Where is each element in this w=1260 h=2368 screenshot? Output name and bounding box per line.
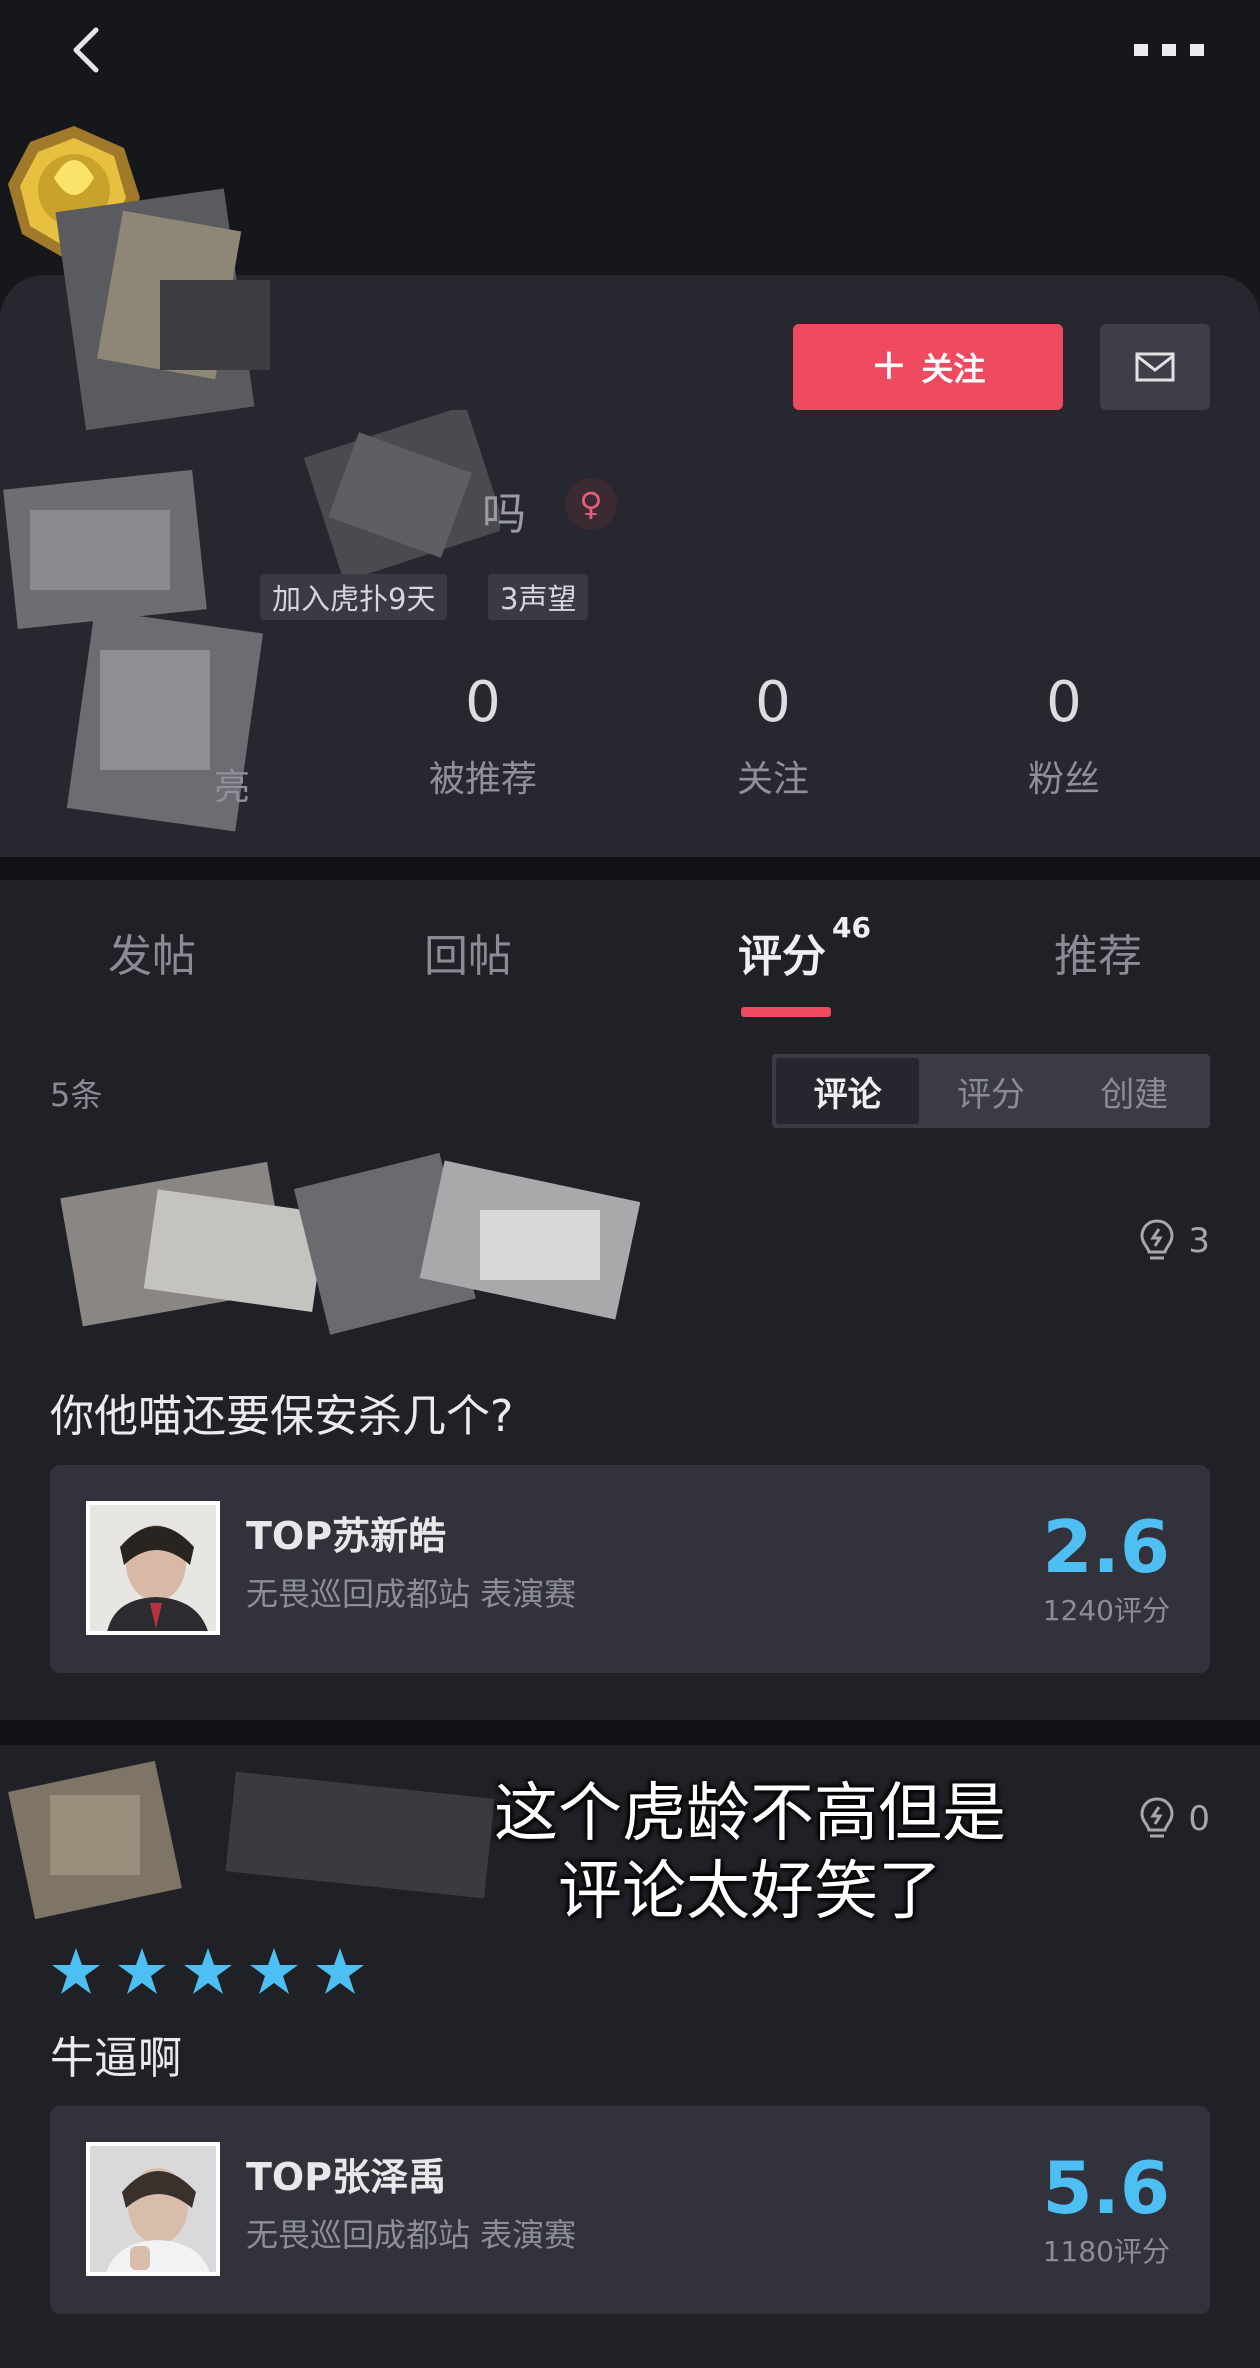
tab-ratings[interactable]: 评分46 <box>738 911 871 984</box>
stat-label: 被推荐 <box>428 759 537 800</box>
review-text: 你他喵还要保安杀几个? <box>50 1391 514 1442</box>
item-thumbnail <box>86 2142 220 2276</box>
result-count: 5条 <box>50 1076 103 1114</box>
username-fragment: 吗 <box>482 489 526 540</box>
item-score: 2.6 1240评分 <box>1042 1509 1170 1629</box>
stat-value: 0 <box>1046 670 1082 735</box>
tab-badge: 46 <box>832 911 871 945</box>
stat-value: 0 <box>465 670 501 735</box>
rated-item-card[interactable]: TOP苏新皓 无畏巡回成都站 表演赛 2.6 1240评分 <box>50 1465 1210 1673</box>
rated-item-card[interactable]: TOP张泽禹 无畏巡回成都站 表演赛 5.6 1180评分 <box>50 2106 1210 2314</box>
stat-value: 0 <box>755 670 791 735</box>
item-title: TOP苏新皓 <box>246 1514 447 1558</box>
more-dots-icon <box>1134 44 1204 56</box>
reputation-tag: 3声望 <box>488 574 589 620</box>
overlay-caption: 这个虎龄不高但是 评论太好笑了 <box>420 1775 1080 1931</box>
score-value: 2.6 <box>1042 1505 1170 1589</box>
tab-recommend[interactable]: 推荐 <box>1054 920 1142 984</box>
mail-icon <box>1135 352 1175 382</box>
chevron-left-icon <box>73 27 99 73</box>
tab-posts[interactable]: 发帖 <box>108 920 196 984</box>
back-button[interactable] <box>60 22 116 78</box>
segment-ratings[interactable]: 评分 <box>919 1058 1062 1124</box>
segment-created[interactable]: 创建 <box>1063 1058 1206 1124</box>
score-value: 5.6 <box>1042 2146 1170 2230</box>
stat-following[interactable]: 0 关注 <box>683 668 863 802</box>
like-count: 3 <box>1188 1221 1210 1261</box>
star-rating <box>50 1946 366 1998</box>
review-text: 牛逼啊 <box>50 2033 182 2084</box>
caption-line: 评论太好笑了 <box>558 1855 942 1929</box>
filter-segment: 评论 评分 创建 <box>772 1054 1210 1128</box>
star-icon <box>52 1948 100 1994</box>
profile-page: + 关注 吗 ♀ 加入虎扑9天 3声望 亮 0 被推荐 0 关注 0 粉丝 发帖… <box>0 0 1260 2368</box>
caption-line: 这个虎龄不高但是 <box>494 1777 1006 1851</box>
more-button[interactable] <box>1132 28 1212 72</box>
star-icon <box>250 1948 298 1994</box>
active-tab-indicator <box>741 1007 831 1017</box>
star-icon <box>316 1948 364 1994</box>
avatar-frame-icon <box>8 126 140 258</box>
message-button[interactable] <box>1100 324 1210 410</box>
tab-replies[interactable]: 回帖 <box>424 920 512 984</box>
person-photo <box>90 2146 216 2272</box>
stat-label: 关注 <box>736 759 809 800</box>
like-count: 0 <box>1188 1799 1210 1839</box>
item-subtitle: 无畏巡回成都站 表演赛 <box>246 1575 577 1613</box>
female-icon: ♀ <box>565 478 617 530</box>
lightbulb-icon <box>1140 1797 1174 1838</box>
tab-label: 评分 <box>738 931 826 982</box>
stat-label: 粉丝 <box>1027 759 1100 800</box>
stat-fans[interactable]: 0 粉丝 <box>974 668 1154 802</box>
like-counter[interactable]: 0 <box>1138 1796 1210 1842</box>
item-title: TOP张泽禹 <box>246 2155 447 2199</box>
lightbulb-icon <box>1140 1219 1174 1260</box>
star-icon <box>184 1948 232 1994</box>
score-count: 1240评分 <box>1042 1594 1170 1627</box>
follow-label: 关注 <box>921 350 986 388</box>
item-subtitle: 无畏巡回成都站 表演赛 <box>246 2216 577 2254</box>
score-count: 1180评分 <box>1042 2235 1170 2268</box>
section-divider <box>0 857 1260 880</box>
plus-icon: + <box>870 339 908 390</box>
item-thumbnail <box>86 1501 220 1635</box>
star-icon <box>118 1948 166 1994</box>
like-counter[interactable]: 3 <box>1138 1218 1210 1264</box>
tab-label: 推荐 <box>1054 931 1142 982</box>
section-divider <box>0 1720 1260 1745</box>
stat-recommended[interactable]: 0 被推荐 <box>393 668 573 802</box>
stat-label-liang: 亮 <box>214 767 251 808</box>
tab-label: 发帖 <box>108 931 196 982</box>
person-photo <box>90 1505 216 1631</box>
tab-label: 回帖 <box>424 931 512 982</box>
item-score: 5.6 1180评分 <box>1042 2150 1170 2270</box>
top-nav <box>0 0 1260 110</box>
follow-button[interactable]: + 关注 <box>793 324 1063 410</box>
segment-comments[interactable]: 评论 <box>776 1058 920 1124</box>
join-days-tag: 加入虎扑9天 <box>260 574 448 620</box>
